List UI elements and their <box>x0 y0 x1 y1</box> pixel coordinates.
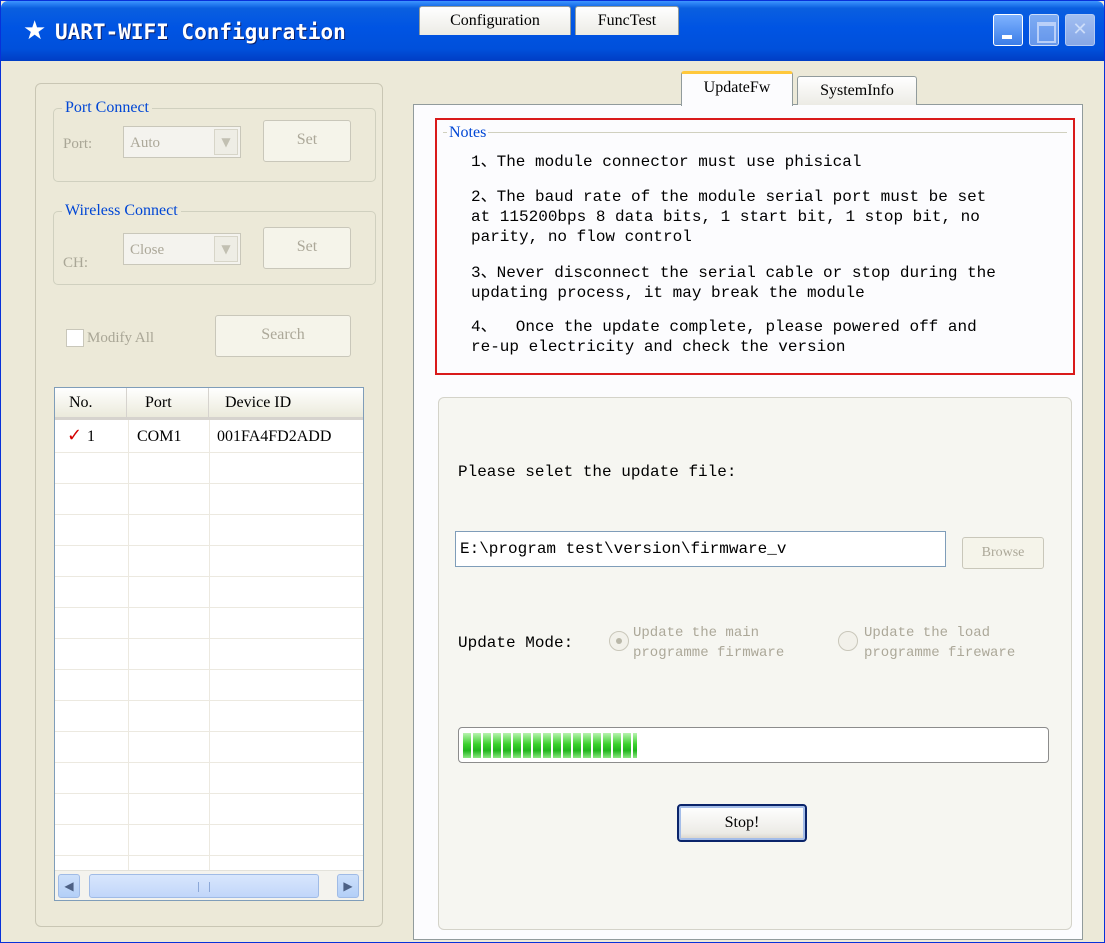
browse-button[interactable]: Browse <box>962 537 1044 569</box>
column-header-port[interactable]: Port <box>127 388 209 418</box>
port-select[interactable]: Auto ▼ <box>123 126 241 158</box>
chevron-right-icon: ▶ <box>343 879 353 893</box>
note-2: 2、The baud rate of the module serial por… <box>471 188 987 246</box>
modify-all-label: Modify All <box>87 330 155 346</box>
column-header-no[interactable]: No. <box>55 388 127 418</box>
table-row <box>55 608 363 639</box>
table-row <box>55 763 363 794</box>
update-progress-bar <box>458 727 1049 763</box>
progress-fill <box>463 733 637 758</box>
table-row <box>55 484 363 515</box>
modify-all-checkbox[interactable] <box>66 329 84 347</box>
cell-port: COM1 <box>137 428 182 445</box>
main-window: ★ UART-WIFI Configuration ✕ Port Connect… <box>0 0 1105 943</box>
note-1: 1、The module connector must use phisical <box>471 153 862 171</box>
notes-legend: Notes <box>447 122 489 144</box>
search-button[interactable]: Search <box>215 315 351 357</box>
tab-functest[interactable]: FuncTest <box>575 6 679 35</box>
port-select-value: Auto <box>130 135 160 151</box>
wireless-set-button[interactable]: Set <box>263 227 351 269</box>
window-title: UART-WIFI Configuration <box>55 20 346 44</box>
update-main-radio[interactable] <box>609 631 629 651</box>
table-row <box>55 670 363 701</box>
port-label: Port: <box>63 136 93 152</box>
device-list[interactable]: No. Port Device ID ✓ 1 COM1 001FA4FD2ADD… <box>54 387 364 901</box>
table-row <box>55 701 363 732</box>
note-4: 4、 Once the update complete, please powe… <box>471 318 977 356</box>
checkmark-icon: ✓ <box>67 425 83 446</box>
update-mode-label: Update Mode: <box>458 634 574 652</box>
port-connect-legend: Port Connect <box>62 97 152 119</box>
chevron-down-icon[interactable]: ▼ <box>214 236 238 262</box>
stop-button[interactable]: Stop! <box>677 804 807 842</box>
update-main-label[interactable]: Update the main programme firmware <box>633 623 784 663</box>
update-load-radio[interactable] <box>838 631 858 651</box>
table-row <box>55 515 363 546</box>
chevron-left-icon: ◀ <box>64 879 74 893</box>
grip-icon <box>198 882 210 892</box>
file-path-input[interactable] <box>460 538 940 560</box>
chevron-down-icon[interactable]: ▼ <box>214 129 238 155</box>
scroll-left-button[interactable]: ◀ <box>58 874 80 898</box>
table-row <box>55 794 363 825</box>
table-row <box>55 732 363 763</box>
ch-label: CH: <box>63 255 89 271</box>
tab-systeminfo[interactable]: SystemInfo <box>797 76 917 105</box>
scroll-right-button[interactable]: ▶ <box>337 874 359 898</box>
cell-no: 1 <box>87 428 95 445</box>
update-load-label[interactable]: Update the load programme fireware <box>864 623 1015 663</box>
channel-select-value: Close <box>130 242 165 258</box>
tab-updatefw[interactable]: UpdateFw <box>681 71 793 106</box>
close-icon: ✕ <box>1072 19 1088 40</box>
horizontal-scrollbar[interactable]: ◀ ▶ <box>55 870 363 900</box>
table-row <box>55 453 363 484</box>
device-list-header: No. Port Device ID <box>55 388 363 420</box>
minimize-icon <box>994 15 1022 45</box>
column-header-device-id[interactable]: Device ID <box>209 388 363 418</box>
star-icon: ★ <box>23 16 47 45</box>
table-row <box>55 825 363 856</box>
table-row <box>55 577 363 608</box>
channel-select[interactable]: Close ▼ <box>123 233 241 265</box>
tab-configuration[interactable]: Configuration <box>419 6 571 35</box>
port-set-button[interactable]: Set <box>263 120 351 162</box>
maximize-icon <box>1030 15 1058 45</box>
minimize-button[interactable] <box>993 14 1023 46</box>
cell-device-id: 001FA4FD2ADD <box>217 428 332 445</box>
maximize-button[interactable] <box>1029 14 1059 46</box>
note-3: 3、Never disconnect the serial cable or s… <box>471 264 996 302</box>
file-path-field[interactable] <box>455 531 946 567</box>
select-file-label: Please selet the update file: <box>458 463 737 481</box>
wireless-connect-legend: Wireless Connect <box>62 200 181 222</box>
table-row <box>55 639 363 670</box>
table-row[interactable]: ✓ 1 COM1 001FA4FD2ADD <box>55 422 363 453</box>
close-button[interactable]: ✕ <box>1065 14 1095 46</box>
table-row <box>55 546 363 577</box>
scrollbar-thumb[interactable] <box>89 874 319 898</box>
